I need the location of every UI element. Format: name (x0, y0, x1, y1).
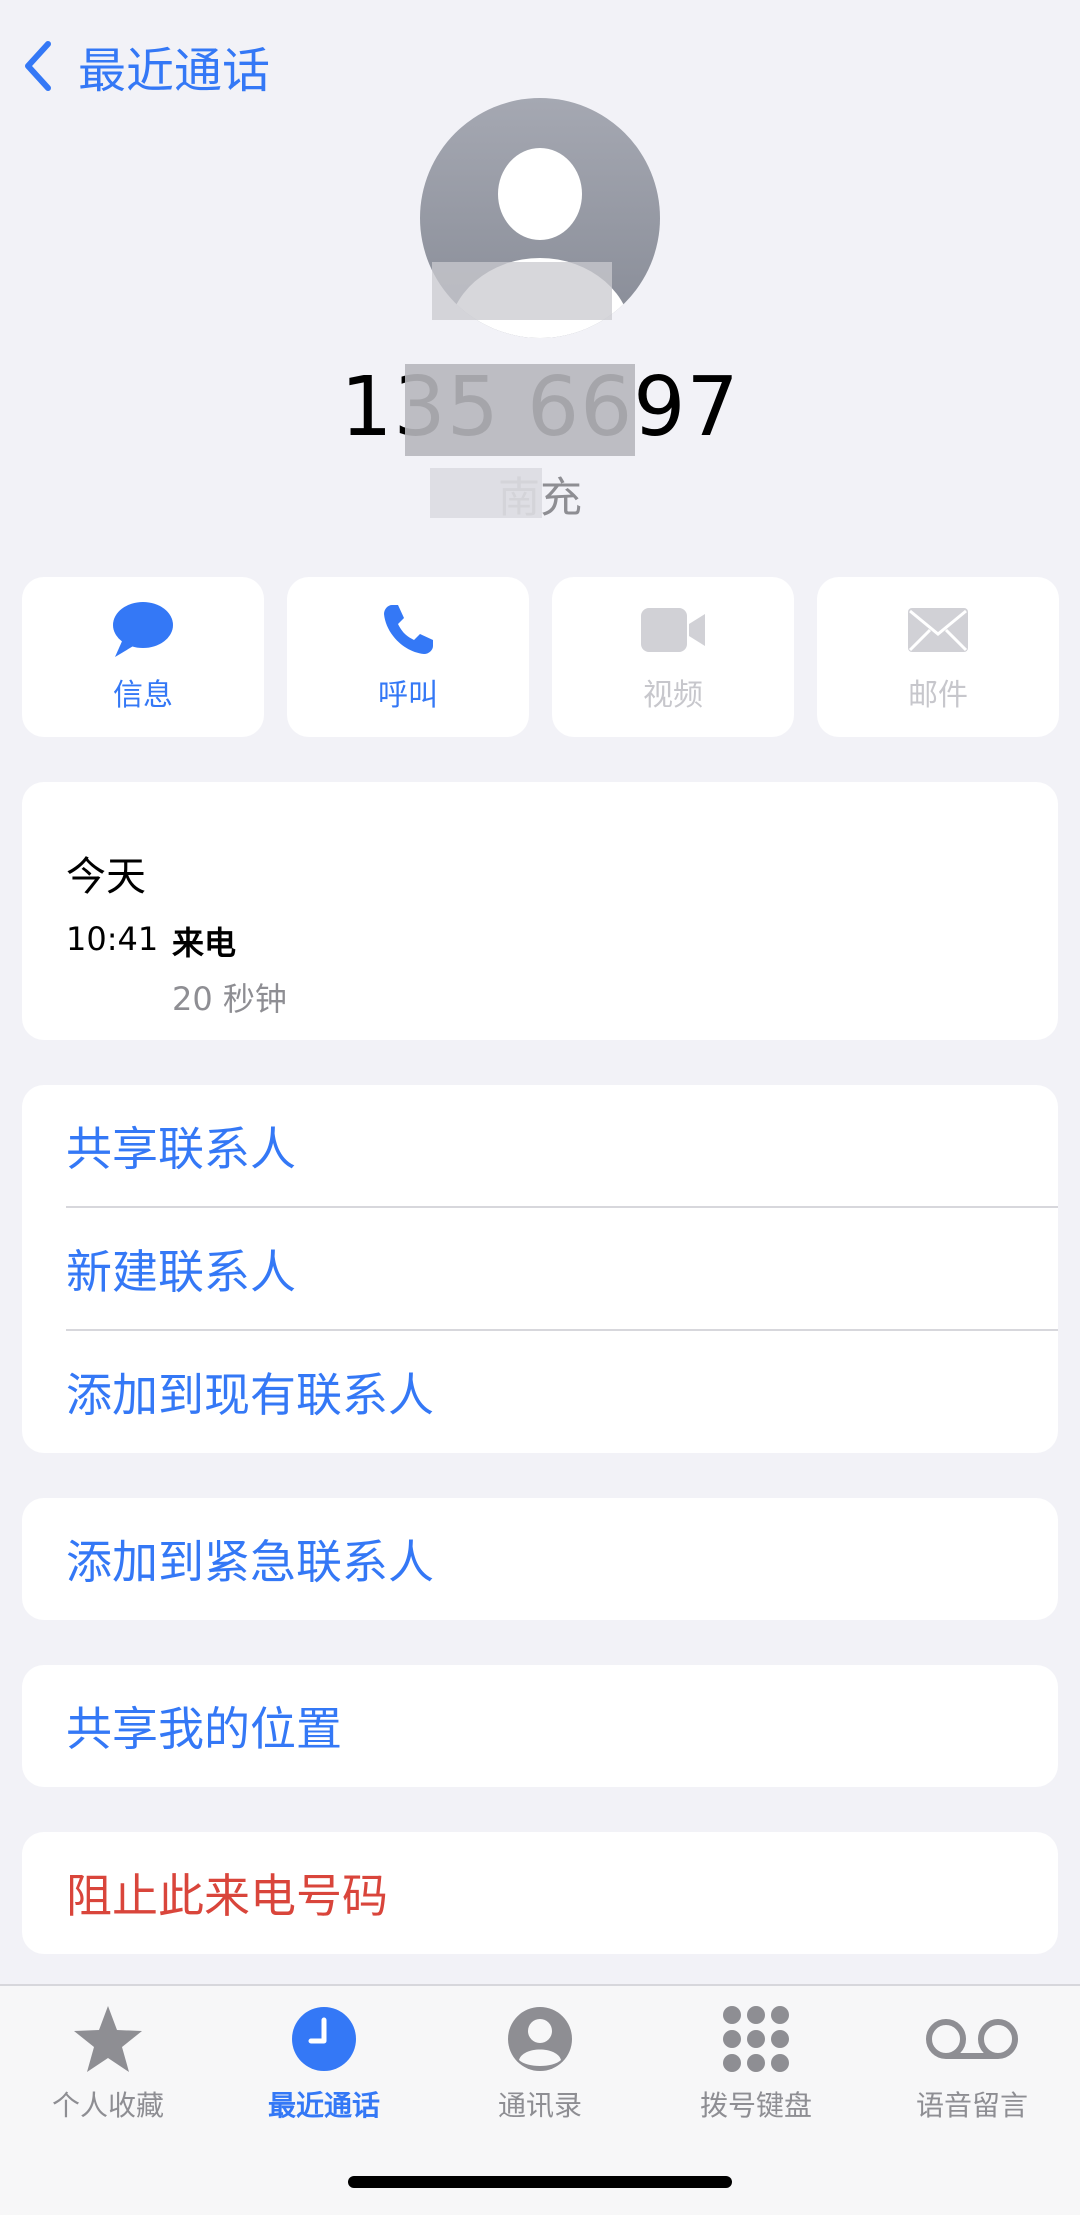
person-circle-icon (507, 1998, 573, 2080)
call-type: 来电 (172, 924, 237, 962)
phone-icon (380, 600, 436, 660)
share-location-card: 共享我的位置 (22, 1665, 1058, 1787)
call-time: 10:41 (66, 920, 159, 958)
video-label: 视频 (643, 678, 703, 713)
mail-button[interactable]: 邮件 (817, 577, 1059, 737)
back-button[interactable]: 最近通话 (20, 38, 270, 99)
message-button[interactable]: 信息 (22, 577, 264, 737)
phone-redaction-mosaic (405, 364, 635, 456)
call-day: 今天 (66, 854, 146, 900)
tab-contacts[interactable]: 通讯录 (432, 1998, 648, 2128)
voicemail-icon (924, 1998, 1020, 2080)
envelope-icon (906, 600, 970, 660)
tab-label: 最近通话 (267, 2089, 380, 2122)
tab-label: 拨号键盘 (699, 2089, 812, 2122)
chevron-left-icon (25, 41, 51, 91)
tab-favorites[interactable]: 个人收藏 (0, 1998, 216, 2128)
tab-label: 个人收藏 (51, 2089, 164, 2122)
share-location-button[interactable]: 共享我的位置 (66, 1665, 1058, 1787)
tab-recents[interactable]: 最近通话 (216, 1998, 432, 2128)
share-contact-button[interactable]: 共享联系人 (66, 1085, 1058, 1207)
add-emergency-contact-button[interactable]: 添加到紧急联系人 (66, 1498, 1058, 1620)
back-label: 最近通话 (78, 43, 271, 99)
keypad-icon (722, 1998, 790, 2080)
tab-keypad[interactable]: 拨号键盘 (648, 1998, 864, 2128)
call-duration: 20 秒钟 (172, 980, 287, 1018)
message-bubble-icon (111, 600, 175, 660)
redaction-mosaic (432, 262, 612, 320)
emergency-card: 添加到紧急联系人 (22, 1498, 1058, 1620)
location-redaction-mosaic (430, 468, 542, 518)
call-label: 呼叫 (378, 678, 438, 713)
home-indicator (348, 2176, 732, 2188)
video-button[interactable]: 视频 (552, 577, 794, 737)
add-to-existing-contact-button[interactable]: 添加到现有联系人 (66, 1331, 1058, 1453)
video-camera-icon (639, 600, 707, 660)
clock-icon (291, 1998, 357, 2080)
call-history-card: 今天 10:41 来电 20 秒钟 (22, 782, 1058, 1040)
create-contact-button[interactable]: 新建联系人 (66, 1208, 1058, 1330)
tab-label: 通讯录 (497, 2089, 582, 2122)
tab-label: 语音留言 (915, 2089, 1028, 2122)
block-caller-button[interactable]: 阻止此来电号码 (66, 1832, 1058, 1954)
block-card: 阻止此来电号码 (22, 1832, 1058, 1954)
tab-voicemail[interactable]: 语音留言 (864, 1998, 1080, 2128)
mail-label: 邮件 (908, 678, 968, 713)
avatar-head-shape (498, 148, 582, 240)
contact-options-card: 共享联系人 新建联系人 添加到现有联系人 (22, 1085, 1058, 1453)
star-icon (72, 1998, 144, 2080)
message-label: 信息 (113, 678, 173, 713)
call-button[interactable]: 呼叫 (287, 577, 529, 737)
